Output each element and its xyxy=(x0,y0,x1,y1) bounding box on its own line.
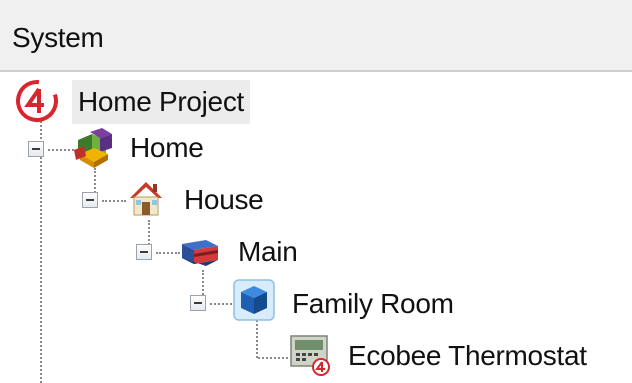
tree-node-label[interactable]: Main xyxy=(232,234,304,270)
room-cube-icon xyxy=(233,279,275,321)
tree-connector-h-home xyxy=(48,149,74,151)
tree-node-label[interactable]: Family Room xyxy=(286,286,460,322)
home-cubes-icon xyxy=(74,128,112,168)
collapse-toggle-family-room[interactable] xyxy=(190,295,206,311)
tree-node-label[interactable]: House xyxy=(178,182,269,218)
tree-connector-h-house xyxy=(102,200,126,202)
tree-node-label[interactable]: Ecobee Thermostat xyxy=(342,338,593,374)
tree-connector-h-main xyxy=(156,252,180,254)
tree-node-label[interactable]: Home Project xyxy=(72,80,251,124)
panel-title: System xyxy=(12,22,104,53)
thermostat-device-icon xyxy=(290,335,330,376)
collapse-toggle-house[interactable] xyxy=(82,192,98,208)
collapse-toggle-main[interactable] xyxy=(136,244,152,260)
floor-icon xyxy=(182,240,218,266)
tree-node-label[interactable]: Home xyxy=(124,130,210,166)
tree-connector-h-thermostat xyxy=(258,357,288,359)
house-icon xyxy=(130,182,162,216)
control4-logo-icon xyxy=(16,80,58,122)
collapse-toggle-home[interactable] xyxy=(28,141,44,157)
tree-connector-family-room xyxy=(256,320,258,358)
system-tree[interactable]: Home Project Home House Main Family Room… xyxy=(0,72,632,383)
tree-connector-root xyxy=(40,118,42,383)
panel-header: System xyxy=(0,0,632,72)
